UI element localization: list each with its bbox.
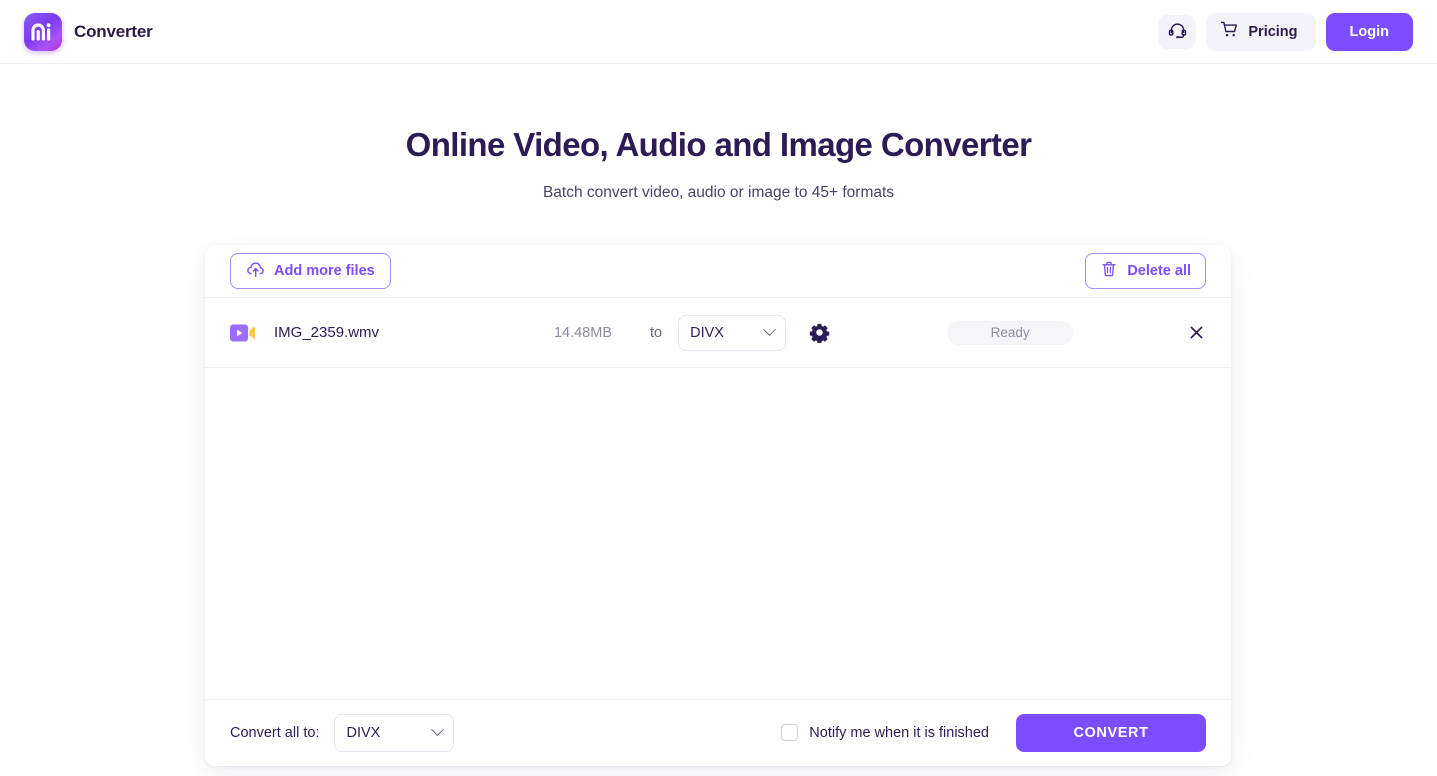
brand-logo[interactable]: Converter <box>24 12 153 51</box>
login-label: Login <box>1349 23 1389 40</box>
file-row: IMG_2359.wmv 14.48MB to DIVX Ready <box>205 298 1231 368</box>
add-more-files-button[interactable]: Add more files <box>230 253 391 289</box>
convert-button[interactable]: CONVERT <box>1016 713 1206 752</box>
converter-card: Add more files Delete all IMG_2359.wmv 1… <box>205 245 1231 766</box>
chevron-down-icon <box>763 323 776 337</box>
app-logo-icon <box>24 12 62 51</box>
convert-label: CONVERT <box>1073 724 1149 741</box>
to-label: to <box>650 324 663 341</box>
brand-name: Converter <box>74 21 153 41</box>
file-format-value: DIVX <box>690 324 724 341</box>
pricing-label: Pricing <box>1248 23 1298 40</box>
page-title: Online Video, Audio and Image Converter <box>405 126 1032 163</box>
cloud-upload-icon <box>246 260 265 283</box>
trash-icon <box>1100 260 1118 282</box>
notify-checkbox-row[interactable]: Notify me when it is finished <box>781 724 989 741</box>
notify-checkbox[interactable] <box>781 724 799 741</box>
convert-all-format-select[interactable]: DIVX <box>334 713 455 752</box>
headset-icon <box>1168 21 1187 43</box>
file-size: 14.48MB <box>553 324 612 341</box>
convert-all-format-value: DIVX <box>346 724 381 741</box>
convert-all-label: Convert all to: <box>230 724 320 741</box>
chevron-down-icon <box>431 723 445 737</box>
login-button[interactable]: Login <box>1325 12 1413 51</box>
close-icon <box>1190 326 1203 339</box>
delete-all-button[interactable]: Delete all <box>1085 253 1206 289</box>
status-badge: Ready <box>947 320 1074 345</box>
hero-section: Online Video, Audio and Image Converter … <box>0 64 1437 202</box>
pricing-button[interactable]: Pricing <box>1206 12 1316 51</box>
file-name: IMG_2359.wmv <box>274 324 380 341</box>
add-more-files-label: Add more files <box>274 263 375 279</box>
notify-label: Notify me when it is finished <box>809 724 989 741</box>
delete-all-label: Delete all <box>1127 263 1191 279</box>
app-header: Converter Pricing Login <box>0 0 1437 64</box>
shopping-cart-icon <box>1220 20 1239 43</box>
header-actions: Pricing Login <box>1158 12 1413 51</box>
gear-icon <box>809 323 830 343</box>
support-button[interactable] <box>1158 14 1197 49</box>
file-format-select[interactable]: DIVX <box>678 314 787 351</box>
card-toolbar: Add more files Delete all <box>205 245 1231 298</box>
file-list-empty-area <box>205 368 1231 699</box>
file-settings-button[interactable] <box>809 322 830 343</box>
card-bottom-bar: Convert all to: DIVX Notify me when it i… <box>205 699 1231 765</box>
remove-file-button[interactable] <box>1187 323 1206 342</box>
page-subtitle: Batch convert video, audio or image to 4… <box>542 184 895 201</box>
video-file-icon <box>230 323 256 343</box>
